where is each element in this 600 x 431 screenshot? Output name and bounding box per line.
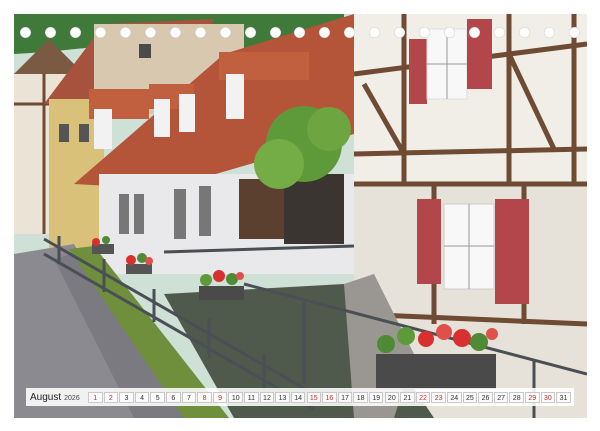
day-cell: 5 xyxy=(150,391,165,403)
day-cell: 9 xyxy=(212,391,228,403)
year-label: 2026 xyxy=(64,394,80,402)
day-cell: 25 xyxy=(462,391,478,403)
day-cell: 31 xyxy=(556,391,571,403)
day-cell: 1 xyxy=(88,391,103,403)
day-cell: 21 xyxy=(400,391,415,403)
shutter xyxy=(409,39,427,104)
day-cell: 15 xyxy=(306,391,322,403)
day-cell: 26 xyxy=(478,391,493,403)
calendar-page: August 2026 1 2 3 4 5 6 7 8 9 10 11 12 13 14 15 16 17 18 19… xyxy=(0,0,600,431)
binding-hole xyxy=(144,26,156,38)
day-cell: 6 xyxy=(166,391,181,403)
binding-holes xyxy=(20,24,580,40)
binding-hole xyxy=(269,26,281,38)
binding-hole xyxy=(119,26,131,38)
day-list: 1 2 3 4 5 6 7 8 9 10 11 12 13 14 15 16 17 18 19 20 21 22 23 24 2… xyxy=(88,391,574,403)
binding-hole xyxy=(444,26,456,38)
day-cell: 29 xyxy=(525,391,540,403)
day-cell: 19 xyxy=(368,391,384,403)
binding-hole xyxy=(94,26,106,38)
day-cell: 2 xyxy=(103,391,119,403)
binding-hole xyxy=(294,26,306,38)
day-cell: 4 xyxy=(134,391,150,403)
month-name: August xyxy=(30,391,62,403)
day-cell: 7 xyxy=(181,391,197,403)
shutter xyxy=(495,199,529,304)
binding-hole xyxy=(219,26,231,38)
day-cell: 12 xyxy=(259,391,275,403)
day-cell: 17 xyxy=(337,391,353,403)
day-cell: 10 xyxy=(228,391,243,403)
binding-hole xyxy=(194,26,206,38)
date-strip: August 2026 1 2 3 4 5 6 7 8 9 10 11 12 13 14 15 16 17 18 19… xyxy=(26,388,574,406)
month-label: August 2026 xyxy=(30,392,88,403)
day-cell: 13 xyxy=(275,391,290,403)
day-cell: 23 xyxy=(431,391,446,403)
binding-hole xyxy=(244,26,256,38)
day-cell: 20 xyxy=(384,391,400,403)
day-cell: 3 xyxy=(119,391,134,403)
day-cell: 18 xyxy=(353,391,368,403)
binding-hole xyxy=(169,26,181,38)
photo-canal-houses xyxy=(14,14,587,418)
binding-hole xyxy=(419,26,431,38)
binding-hole xyxy=(319,26,331,38)
shutter xyxy=(417,199,441,284)
day-cell: 16 xyxy=(322,391,337,403)
binding-hole xyxy=(544,26,556,38)
day-cell: 11 xyxy=(244,391,259,403)
day-cell: 30 xyxy=(540,391,556,403)
day-cell: 14 xyxy=(290,391,306,403)
day-cell: 28 xyxy=(509,391,524,403)
binding-hole xyxy=(394,26,406,38)
binding-hole xyxy=(469,26,481,38)
photo-illustration xyxy=(14,14,587,418)
binding-hole xyxy=(69,26,81,38)
binding-hole xyxy=(519,26,531,38)
binding-hole xyxy=(20,26,31,38)
day-cell: 24 xyxy=(447,391,462,403)
day-cell: 27 xyxy=(493,391,509,403)
binding-hole xyxy=(344,26,356,38)
binding-hole xyxy=(44,26,56,38)
day-cell: 8 xyxy=(197,391,212,403)
day-cell: 22 xyxy=(415,391,431,403)
binding-hole xyxy=(369,26,381,38)
binding-hole xyxy=(568,26,580,38)
binding-hole xyxy=(494,26,506,38)
